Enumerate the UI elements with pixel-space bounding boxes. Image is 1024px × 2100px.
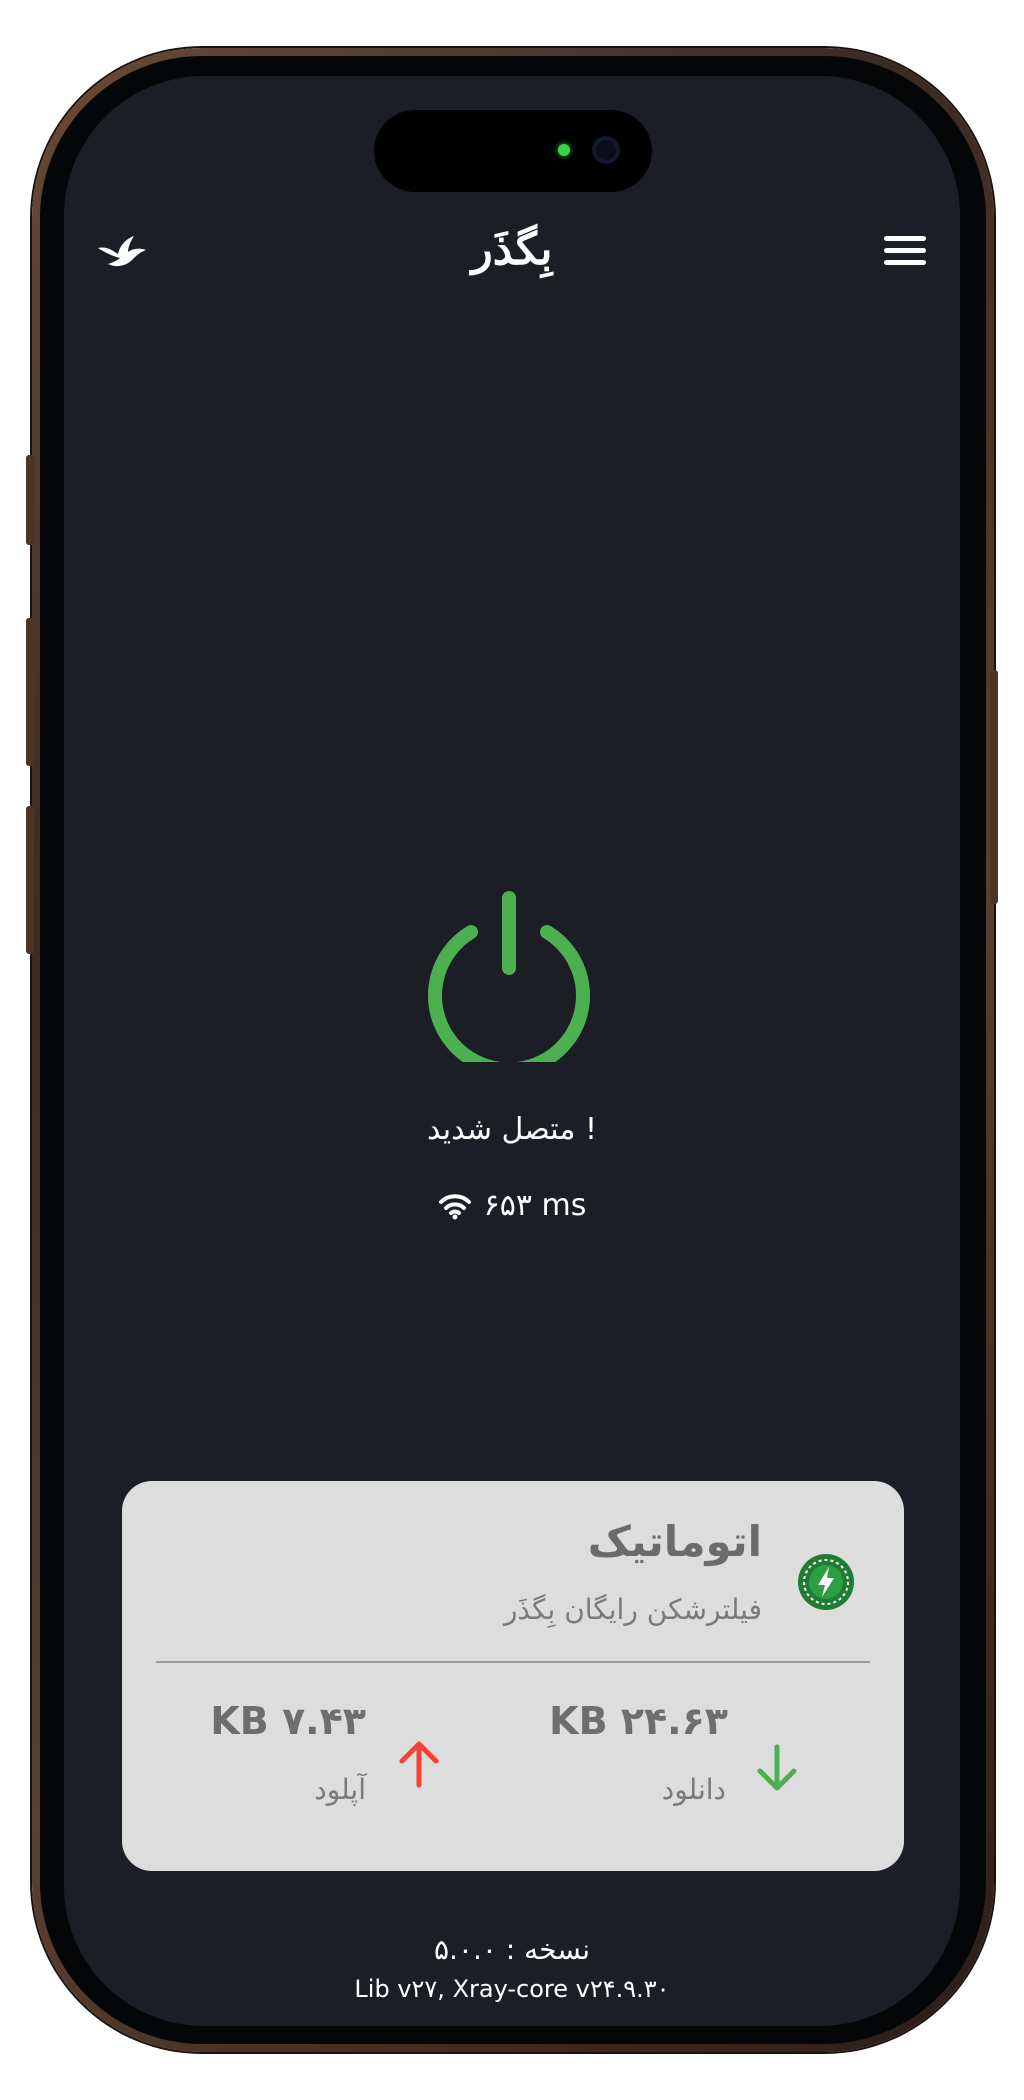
app-version: نسخه : ۵.۰.۰ [433,1933,590,1966]
card-divider [156,1661,870,1663]
power-side-button [990,670,998,904]
app-title: بِگذَر [471,224,553,275]
lightning-badge-icon [797,1553,855,1611]
server-description: فیلترشکن رایگان بِگذَر [503,1593,762,1626]
server-name: اتوماتیک [587,1517,762,1566]
connection-status: متصل شدید ! [427,1112,597,1147]
front-camera [592,136,620,164]
action-button [26,455,34,545]
arrow-down-icon [757,1744,797,1791]
hamburger-menu-icon[interactable] [884,236,926,268]
camera-indicator-dot [558,144,570,156]
library-versions: Lib v۲۷, Xray-core v۲۴.۹.۳۰ [354,1975,670,2003]
dynamic-island [374,110,652,192]
volume-up-button [26,618,34,766]
arrow-up-icon [399,1741,439,1788]
upload-label: آپلود [314,1773,366,1806]
app-screen: بِگذَر متصل شدید ! ۶۵۳ ms اتوماتیک فیلتر… [64,76,960,2026]
server-card[interactable]: اتوماتیک فیلترشکن رایگان بِگذَر KB ۲۴.۶۳… [122,1481,904,1871]
download-label: دانلود [661,1773,726,1806]
power-icon[interactable] [419,882,599,1077]
download-value: KB ۲۴.۶۳ [549,1699,728,1743]
wifi-icon [438,1193,471,1219]
upload-value: KB ۷.۴۳ [210,1699,366,1743]
ping-value: ۶۵۳ ms [483,1188,587,1223]
volume-down-button [26,806,34,954]
ping-indicator: ۶۵۳ ms [64,1188,960,1223]
